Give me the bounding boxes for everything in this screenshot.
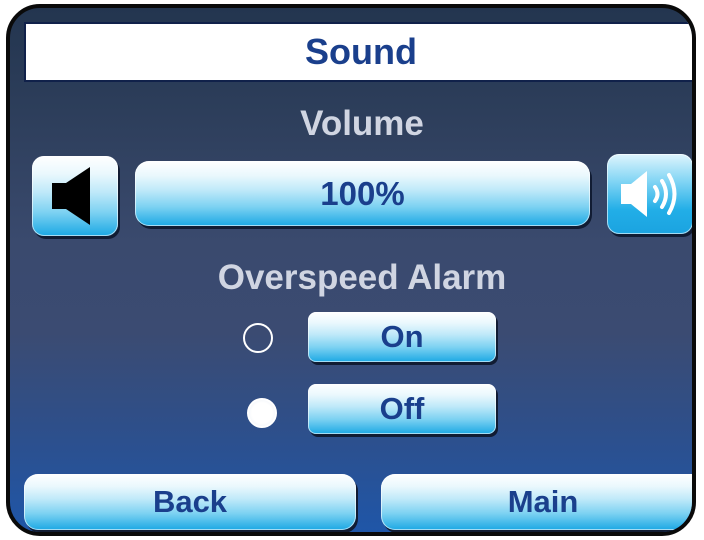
overspeed-alarm-label: Overspeed Alarm [217, 258, 507, 297]
page-title: Sound [24, 22, 692, 82]
alarm-off-radio[interactable] [247, 398, 277, 428]
back-label: Back [152, 484, 228, 519]
volume-down-button[interactable] [32, 156, 118, 236]
volume-up-button[interactable] [607, 154, 692, 234]
alarm-on-radio[interactable] [243, 323, 273, 353]
device-screen: Sound Volume 100% Overspeed Alarm On Off… [6, 4, 696, 536]
volume-label: Volume [300, 104, 424, 143]
alarm-off-button[interactable]: Off [308, 384, 496, 434]
volume-level-display: 100% [135, 161, 590, 226]
main-button[interactable]: Main [381, 474, 692, 530]
speaker-icon [52, 167, 90, 225]
back-button[interactable]: Back [24, 474, 356, 530]
main-label: Main [507, 484, 579, 519]
alarm-off-label: Off [379, 391, 425, 426]
speaker-loud-icon [621, 171, 677, 217]
volume-value: 100% [320, 174, 405, 212]
alarm-on-button[interactable]: On [308, 312, 496, 362]
alarm-on-label: On [380, 319, 424, 354]
